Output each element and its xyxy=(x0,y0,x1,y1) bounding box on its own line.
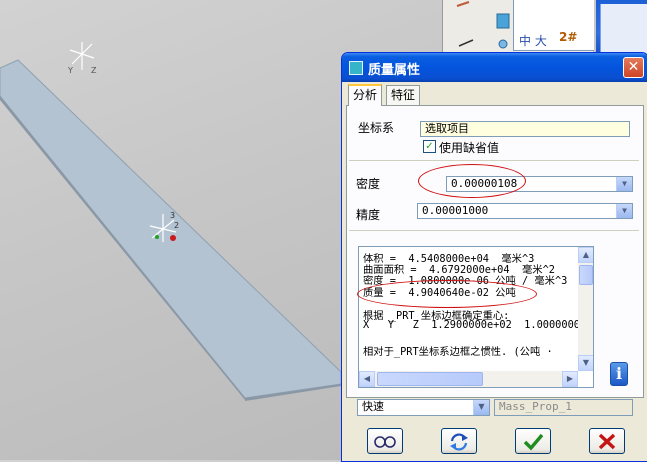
tab-feature-label: 特征 xyxy=(391,88,416,102)
section-divider xyxy=(349,160,639,161)
ok-button[interactable] xyxy=(515,428,551,454)
result-line: 相对于_PRT坐标系边框之惯性. (公吨 · xyxy=(363,346,553,358)
chevron-down-icon[interactable]: ▼ xyxy=(473,400,489,415)
mass-highlight-ellipse xyxy=(357,280,537,308)
x-icon xyxy=(598,433,616,450)
precision-label: 精度 xyxy=(356,208,381,222)
density-label: 密度 xyxy=(356,177,381,191)
sketch-tools-icon[interactable] xyxy=(451,0,511,50)
use-default-label: 使用缺省值 xyxy=(439,141,500,155)
vertical-scroll-thumb[interactable] xyxy=(579,265,593,285)
density-highlight-ellipse xyxy=(418,164,526,198)
close-icon: ✕ xyxy=(627,59,640,75)
toolbar-text: 中 大 xyxy=(519,34,547,48)
cancel-button[interactable] xyxy=(589,428,625,454)
chevron-down-icon[interactable]: ▼ xyxy=(616,204,632,218)
mode-select-value: 快速 xyxy=(362,400,384,413)
precision-value: 0.00001000 xyxy=(422,204,489,217)
checkmark-icon: ✓ xyxy=(425,141,434,152)
result-line: X Y Z 1.2900000e+02 1.0000000e xyxy=(363,319,587,331)
analysis-name-field[interactable]: Mass_Prop_1 xyxy=(494,399,633,416)
adjacent-window-edge xyxy=(596,0,647,54)
precision-select[interactable]: 0.00001000 ▼ xyxy=(417,203,633,219)
horizontal-scroll-thumb[interactable] xyxy=(377,372,483,386)
cycle-arrows-icon xyxy=(450,433,468,451)
scroll-left-button[interactable]: ◀ xyxy=(359,371,375,387)
csys-axis-marker xyxy=(155,235,159,239)
csys-top-label-y: Y xyxy=(67,66,73,75)
glasses-icon xyxy=(374,436,396,448)
toolbar-hash-label: 2# xyxy=(559,30,578,44)
checkmark-icon xyxy=(523,433,544,451)
info-button[interactable]: i xyxy=(610,362,628,386)
dialog-title: 质量属性 xyxy=(368,63,421,78)
tab-feature[interactable]: 特征 xyxy=(386,85,421,105)
dialog-app-icon xyxy=(349,61,363,75)
section-divider xyxy=(349,230,639,231)
chevron-down-icon[interactable]: ▼ xyxy=(616,177,632,191)
scroll-up-button[interactable]: ▲ xyxy=(578,247,593,263)
scroll-right-button[interactable]: ▶ xyxy=(562,371,578,387)
coordinate-system-selector[interactable]: 选取项目 xyxy=(420,121,630,137)
toolbar-fragment: 中 大 2# xyxy=(442,0,594,53)
repeat-button[interactable] xyxy=(441,428,477,454)
csys-center-label-3: 3 xyxy=(170,211,175,220)
results-text-area[interactable]: 体积 = 4.5408000e+04 毫米^3 曲面面积 = 4.6792000… xyxy=(358,246,594,388)
csys-center-label-2: 2 xyxy=(174,221,179,230)
preview-button[interactable] xyxy=(367,428,403,454)
tab-analysis[interactable]: 分析 xyxy=(348,84,383,106)
title-bar[interactable]: 质量属性 ✕ xyxy=(342,53,647,82)
close-button[interactable]: ✕ xyxy=(623,57,644,78)
use-default-checkbox[interactable]: ✓ xyxy=(423,140,436,153)
info-icon: i xyxy=(615,364,623,383)
tab-analysis-label: 分析 xyxy=(353,88,378,102)
coordinate-system-label: 坐标系 xyxy=(358,121,395,135)
csys-origin-marker xyxy=(170,235,176,241)
csys-top-label-z: Z xyxy=(91,66,97,75)
scroll-down-button[interactable]: ▼ xyxy=(578,355,593,371)
mode-select[interactable]: 快速 ▼ xyxy=(357,399,490,416)
